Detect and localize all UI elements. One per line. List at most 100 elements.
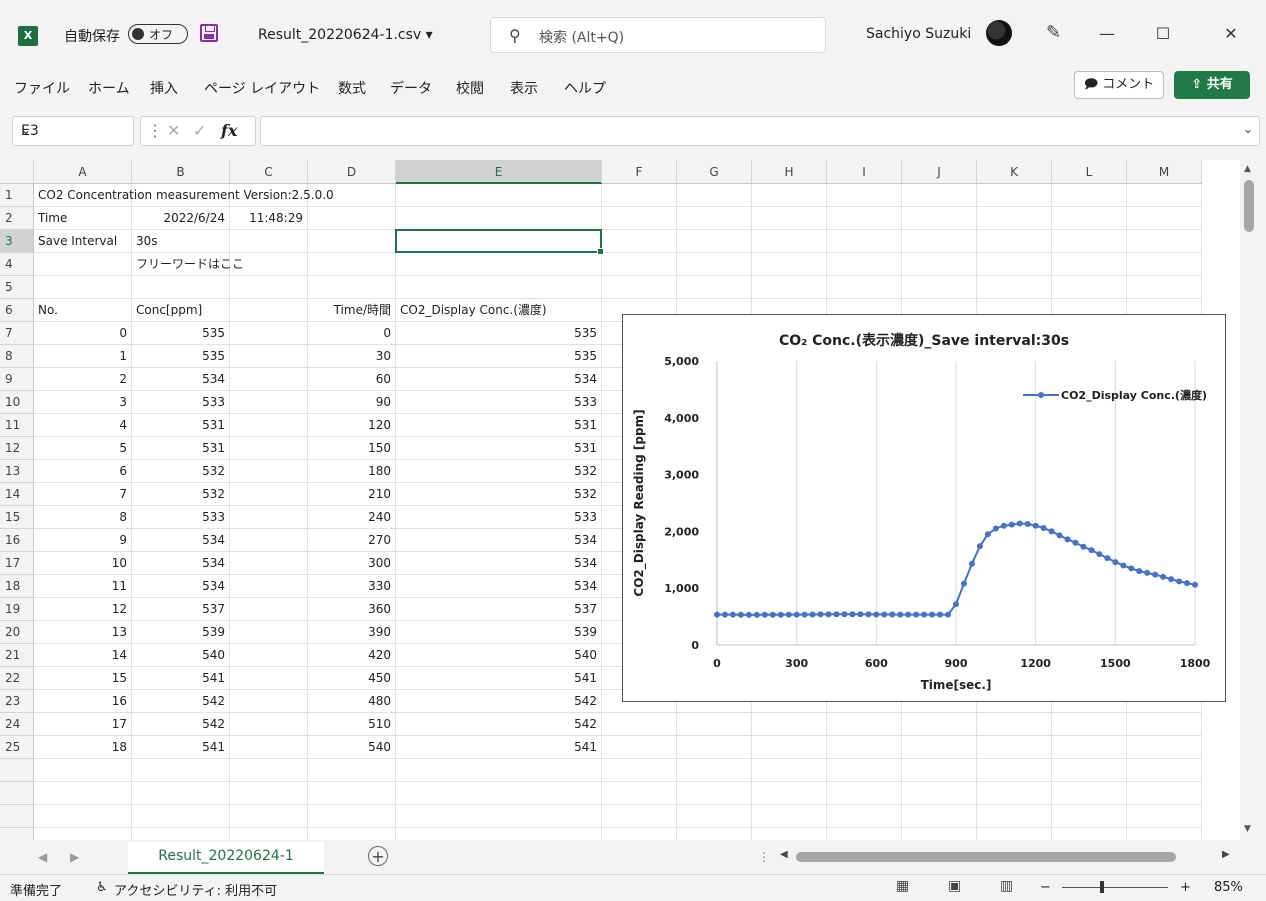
cell[interactable] <box>1052 184 1127 207</box>
cell[interactable]: フリーワードはここ <box>132 253 244 276</box>
cell[interactable]: 16 <box>34 690 132 713</box>
cell[interactable]: 535 <box>132 322 230 345</box>
cell[interactable] <box>230 391 308 414</box>
cell[interactable] <box>1052 207 1127 230</box>
row-header[interactable]: 9 <box>0 368 34 391</box>
cell[interactable] <box>230 552 308 575</box>
select-all-corner[interactable] <box>0 160 34 184</box>
scroll-down-icon[interactable]: ▼ <box>1244 824 1251 834</box>
cell[interactable]: 540 <box>396 644 602 667</box>
cell[interactable]: 533 <box>132 391 230 414</box>
cell[interactable]: 533 <box>396 391 602 414</box>
cell[interactable] <box>1127 207 1202 230</box>
hscroll-thumb[interactable] <box>796 852 1176 862</box>
cell[interactable]: 150 <box>308 437 396 460</box>
cell[interactable] <box>752 276 827 299</box>
cell[interactable] <box>677 713 752 736</box>
cell[interactable] <box>977 253 1052 276</box>
cell[interactable]: 542 <box>132 713 230 736</box>
cell[interactable] <box>230 437 308 460</box>
cell[interactable] <box>677 782 752 805</box>
cell[interactable] <box>230 621 308 644</box>
cell[interactable] <box>34 805 132 828</box>
row-header[interactable]: 1 <box>0 184 34 207</box>
cell[interactable] <box>230 759 308 782</box>
cell[interactable]: 534 <box>132 368 230 391</box>
cell[interactable] <box>677 276 752 299</box>
row-header[interactable]: 20 <box>0 621 34 644</box>
co2-line-chart[interactable]: CO₂ Conc.(表示濃度)_Save interval:30s 0 300 600… <box>622 314 1226 702</box>
cell[interactable] <box>1127 782 1202 805</box>
cell[interactable] <box>602 713 677 736</box>
cell[interactable]: Save Interval <box>34 230 132 253</box>
tab-formulas[interactable]: 数式 <box>338 78 366 98</box>
cell[interactable]: 13 <box>34 621 132 644</box>
cell[interactable] <box>1127 253 1202 276</box>
cell[interactable] <box>977 805 1052 828</box>
cell[interactable] <box>396 276 602 299</box>
scroll-right-icon[interactable]: ▶ <box>1222 849 1230 860</box>
row-header[interactable]: 6 <box>0 299 34 322</box>
cell[interactable]: 542 <box>396 713 602 736</box>
cell[interactable]: 537 <box>132 598 230 621</box>
column-header-m[interactable]: M <box>1127 160 1202 184</box>
cell[interactable]: 0 <box>308 322 396 345</box>
normal-view-icon[interactable]: ▦ <box>896 878 909 894</box>
cell[interactable]: 510 <box>308 713 396 736</box>
cell[interactable] <box>602 736 677 759</box>
cell[interactable]: No. <box>34 299 132 322</box>
column-header-k[interactable]: K <box>977 160 1052 184</box>
tab-view[interactable]: 表示 <box>510 78 538 98</box>
pen-icon[interactable]: ✎ <box>1046 22 1061 43</box>
cancel-icon[interactable]: ✕ <box>167 121 180 140</box>
cell[interactable]: 60 <box>308 368 396 391</box>
cell[interactable]: 533 <box>132 506 230 529</box>
cell[interactable]: 541 <box>132 667 230 690</box>
cell[interactable] <box>827 207 902 230</box>
row-header[interactable] <box>0 782 34 805</box>
cell[interactable]: 120 <box>308 414 396 437</box>
horizontal-scrollbar[interactable]: ◀ ▶ <box>780 849 1230 864</box>
cell[interactable]: 360 <box>308 598 396 621</box>
row-header[interactable]: 13 <box>0 460 34 483</box>
cell[interactable] <box>1052 736 1127 759</box>
cell[interactable]: 531 <box>132 437 230 460</box>
cell[interactable] <box>752 253 827 276</box>
cell[interactable] <box>396 207 602 230</box>
page-break-view-icon[interactable]: ▥ <box>1000 878 1013 894</box>
cell[interactable] <box>230 460 308 483</box>
cell[interactable] <box>230 805 308 828</box>
cell[interactable]: 480 <box>308 690 396 713</box>
cell[interactable] <box>308 253 396 276</box>
maximize-button[interactable]: ☐ <box>1148 22 1178 46</box>
row-header[interactable]: 11 <box>0 414 34 437</box>
cell[interactable] <box>230 368 308 391</box>
cell[interactable] <box>977 736 1052 759</box>
cell[interactable]: 534 <box>396 368 602 391</box>
cell[interactable] <box>677 207 752 230</box>
cell[interactable] <box>602 782 677 805</box>
cell[interactable] <box>902 230 977 253</box>
cell[interactable] <box>902 253 977 276</box>
cell[interactable]: 15 <box>34 667 132 690</box>
row-header[interactable] <box>0 828 34 840</box>
cell[interactable] <box>308 207 396 230</box>
cell[interactable] <box>827 736 902 759</box>
cell[interactable] <box>827 828 902 840</box>
row-header[interactable]: 10 <box>0 391 34 414</box>
cell[interactable] <box>977 184 1052 207</box>
tab-insert[interactable]: 挿入 <box>150 78 178 98</box>
cell[interactable] <box>677 736 752 759</box>
cell[interactable] <box>1052 276 1127 299</box>
row-header[interactable] <box>0 759 34 782</box>
check-icon[interactable]: ✓ <box>193 121 206 140</box>
cell[interactable] <box>34 828 132 840</box>
cell[interactable] <box>396 828 602 840</box>
cell[interactable] <box>230 828 308 840</box>
row-header[interactable]: 5 <box>0 276 34 299</box>
chevron-down-icon[interactable]: ⌄ <box>21 123 125 137</box>
cell[interactable] <box>677 828 752 840</box>
cell[interactable]: Conc[ppm] <box>132 299 230 322</box>
cell[interactable]: 542 <box>132 690 230 713</box>
cell[interactable]: 535 <box>396 345 602 368</box>
